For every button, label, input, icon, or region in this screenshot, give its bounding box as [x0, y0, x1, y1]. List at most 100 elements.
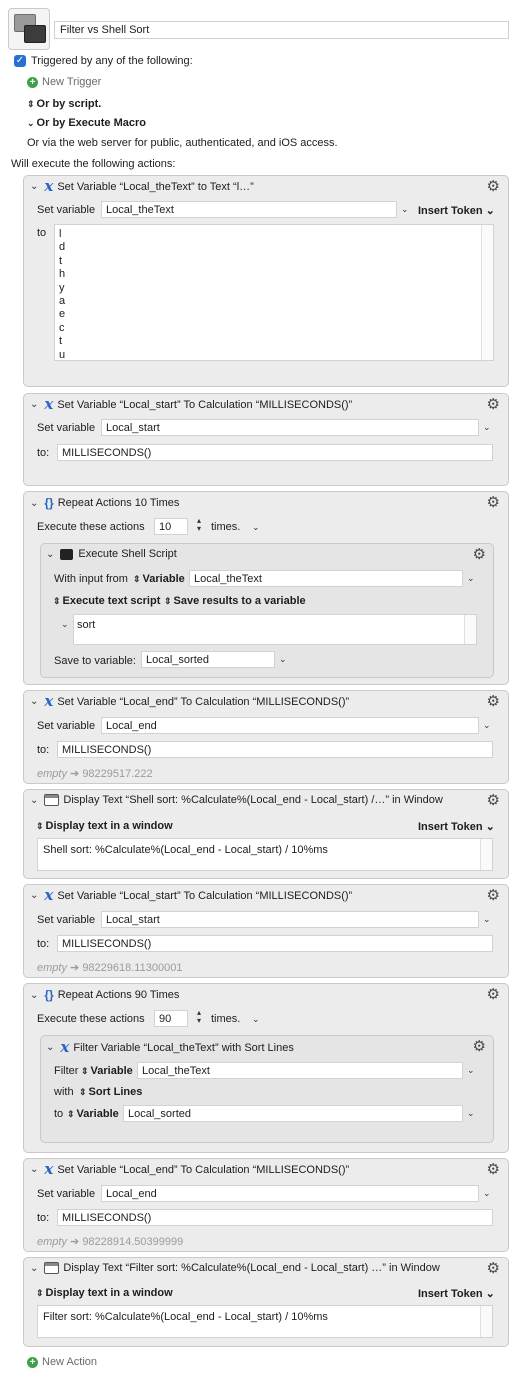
variable-dropdown-icon[interactable]: ⌄	[467, 1065, 475, 1076]
gear-icon[interactable]: ⚙	[487, 397, 500, 412]
variable-name-field[interactable]: Local_start	[101, 419, 479, 436]
calculation-field[interactable]: MILLISECONDS()	[57, 741, 493, 758]
display-text-area[interactable]: Shell sort: %Calculate%(Local_end - Loca…	[37, 838, 493, 871]
collapse-chevron-icon[interactable]: ⌄	[30, 181, 38, 192]
variable-dropdown-icon[interactable]: ⌄	[483, 720, 491, 731]
or-by-script-label: Or by script.	[36, 98, 102, 110]
text-line: c	[59, 321, 65, 334]
or-by-script-toggle[interactable]: ⇕ Or by script.	[27, 98, 101, 110]
repeat-count-field[interactable]: 10	[154, 518, 188, 535]
action-display-text-shell[interactable]: ⌄ Display Text “Shell sort: %Calculate%(…	[23, 789, 509, 879]
collapse-chevron-icon[interactable]: ⌄	[30, 890, 38, 901]
action-filter-variable[interactable]: ⌄ x Filter Variable “Local_theText” with…	[40, 1035, 494, 1143]
collapse-chevron-icon[interactable]: ⌄	[46, 1042, 54, 1053]
gear-icon[interactable]: ⚙	[487, 694, 500, 709]
filter-variable-field[interactable]: Local_theText	[137, 1062, 463, 1079]
collapse-chevron-icon[interactable]: ⌄	[46, 549, 54, 560]
display-mode-popup[interactable]: ⇕ Display text in a window	[36, 1287, 173, 1299]
gear-icon[interactable]: ⚙	[487, 888, 500, 903]
or-by-execute-macro-toggle[interactable]: ⌄ Or by Execute Macro	[27, 117, 146, 129]
calculation-field[interactable]: MILLISECONDS()	[57, 1209, 493, 1226]
scrollbar[interactable]	[480, 1306, 492, 1337]
action-set-variable-text[interactable]: ⌄ x Set Variable “Local_theText” to Text…	[23, 175, 509, 387]
gear-icon[interactable]: ⚙	[487, 495, 500, 510]
collapse-chevron-icon[interactable]: ⌄	[30, 399, 38, 410]
save-results-popup[interactable]: ⇕ Save results to a variable	[164, 595, 306, 607]
triggered-label: Triggered by any of the following:	[31, 55, 193, 67]
action-repeat-10[interactable]: ⌄ {} Repeat Actions 10 Times ⚙ Execute t…	[23, 491, 509, 685]
action-header: ⌄ x Set Variable “Local_start” To Calcul…	[30, 888, 352, 903]
count-stepper[interactable]: ▴ ▾	[194, 517, 204, 535]
repeat-braces-icon: {}	[44, 496, 54, 510]
display-mode-label: Display text in a window	[45, 1287, 173, 1299]
calculation-field[interactable]: MILLISECONDS()	[57, 935, 493, 952]
gear-icon[interactable]: ⚙	[473, 547, 486, 562]
times-dropdown-icon[interactable]: ⌄	[252, 522, 260, 533]
count-stepper[interactable]: ▴ ▾	[194, 1009, 204, 1027]
to-label: to:	[37, 447, 50, 459]
script-text-area[interactable]: sort	[73, 614, 477, 645]
variable-dropdown-icon[interactable]: ⌄	[467, 1108, 475, 1119]
action-execute-shell-script[interactable]: ⌄ Execute Shell Script ⚙ With input from…	[40, 543, 494, 678]
scrollbar[interactable]	[464, 615, 476, 644]
input-source-popup[interactable]: ⇕ Variable	[133, 573, 185, 585]
collapse-chevron-icon[interactable]: ⌄	[30, 498, 38, 509]
collapse-chevron-icon[interactable]: ⌄	[30, 1164, 38, 1175]
gear-icon[interactable]: ⚙	[473, 1039, 486, 1054]
save-to-variable-field[interactable]: Local_sorted	[141, 651, 275, 668]
collapse-chevron-icon[interactable]: ⌄	[30, 795, 38, 806]
variable-dropdown-icon[interactable]: ⌄	[279, 654, 287, 665]
new-action-button[interactable]: + New Action	[27, 1356, 97, 1368]
display-text-area[interactable]: Filter sort: %Calculate%(Local_end - Loc…	[37, 1305, 493, 1338]
result-empty: empty	[37, 768, 67, 780]
destination-popup[interactable]: ⇕ Variable	[67, 1108, 119, 1120]
action-set-variable-start-2[interactable]: ⌄ x Set Variable “Local_start” To Calcul…	[23, 884, 509, 978]
action-display-text-filter[interactable]: ⌄ Display Text “Filter sort: %Calculate%…	[23, 1257, 509, 1347]
macro-name-field[interactable]: Filter vs Shell Sort	[54, 21, 509, 39]
action-header: ⌄ x Set Variable “Local_start” To Calcul…	[30, 397, 352, 412]
action-set-variable-start[interactable]: ⌄ x Set Variable “Local_start” To Calcul…	[23, 393, 509, 486]
calculation-field[interactable]: MILLISECONDS()	[57, 444, 493, 461]
destination-variable-field[interactable]: Local_sorted	[123, 1105, 463, 1122]
variable-name-field[interactable]: Local_end	[101, 1185, 479, 1202]
variable-name-field[interactable]: Local_start	[101, 911, 479, 928]
times-dropdown-icon[interactable]: ⌄	[252, 1014, 260, 1025]
script-collapse-chevron-icon[interactable]: ⌄	[61, 619, 69, 630]
set-variable-label: Set variable	[37, 914, 96, 926]
display-mode-popup[interactable]: ⇕ Display text in a window	[36, 820, 173, 832]
insert-token-button[interactable]: Insert Token ⌄	[418, 204, 495, 217]
variable-name-field[interactable]: Local_theText	[101, 201, 397, 218]
gear-icon[interactable]: ⚙	[487, 793, 500, 808]
action-set-variable-end[interactable]: ⌄ x Set Variable “Local_end” To Calculat…	[23, 690, 509, 784]
gear-icon[interactable]: ⚙	[487, 1261, 500, 1276]
gear-icon[interactable]: ⚙	[487, 987, 500, 1002]
filter-source-popup[interactable]: ⇕ Variable	[81, 1065, 133, 1077]
gear-icon[interactable]: ⚙	[487, 1162, 500, 1177]
variable-name-field[interactable]: Local_end	[101, 717, 479, 734]
variable-dropdown-icon[interactable]: ⌄	[483, 1188, 491, 1199]
collapse-chevron-icon[interactable]: ⌄	[30, 990, 38, 1001]
text-value-area[interactable]: ldthyaectu	[54, 224, 494, 361]
action-repeat-90[interactable]: ⌄ {} Repeat Actions 90 Times ⚙ Execute t…	[23, 983, 509, 1153]
variable-dropdown-icon[interactable]: ⌄	[467, 573, 475, 584]
variable-dropdown-icon[interactable]: ⌄	[483, 422, 491, 433]
macro-icon[interactable]	[8, 8, 50, 50]
collapse-chevron-icon[interactable]: ⌄	[30, 1263, 38, 1274]
insert-token-button[interactable]: Insert Token ⌄	[418, 820, 495, 833]
variable-dropdown-icon[interactable]: ⌄	[401, 204, 409, 215]
input-variable-field[interactable]: Local_theText	[189, 570, 463, 587]
scrollbar[interactable]	[481, 225, 493, 360]
repeat-count-field[interactable]: 90	[154, 1010, 188, 1027]
scrollbar[interactable]	[480, 839, 492, 870]
action-set-variable-end-2[interactable]: ⌄ x Set Variable “Local_end” To Calculat…	[23, 1158, 509, 1252]
gear-icon[interactable]: ⚙	[487, 179, 500, 194]
filter-type-popup[interactable]: ⇕ Sort Lines	[79, 1086, 142, 1098]
action-title: Repeat Actions 10 Times	[57, 497, 180, 509]
triggered-checkbox[interactable]: ✓	[14, 55, 26, 67]
insert-token-button[interactable]: Insert Token ⌄	[418, 1287, 495, 1300]
variable-dropdown-icon[interactable]: ⌄	[483, 914, 491, 925]
new-trigger-button[interactable]: + New Trigger	[27, 76, 101, 88]
action-header: ⌄ Display Text “Shell sort: %Calculate%(…	[30, 794, 443, 806]
execute-text-script-popup[interactable]: ⇕ Execute text script	[53, 595, 160, 607]
collapse-chevron-icon[interactable]: ⌄	[30, 696, 38, 707]
